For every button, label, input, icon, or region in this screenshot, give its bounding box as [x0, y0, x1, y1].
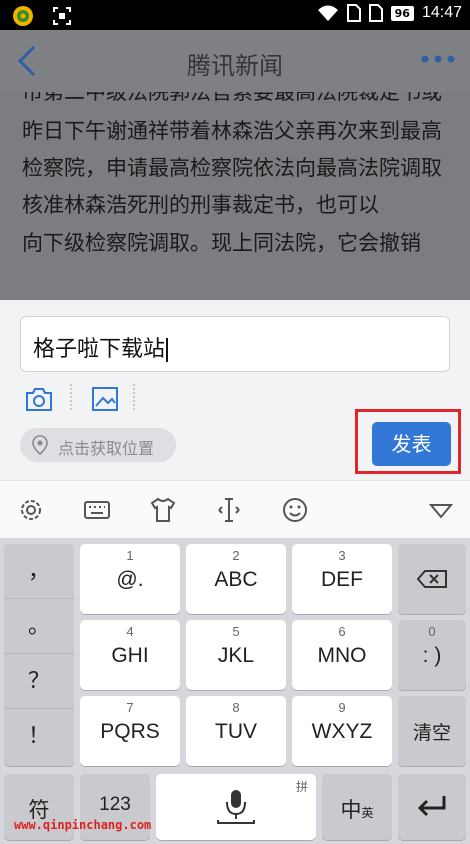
- key-4[interactable]: 4 GHI: [80, 620, 180, 690]
- key-label: WXYZ: [311, 720, 373, 743]
- article-body: 市第二中级法院郭法官索要最高法院裁定书或者复印件，郭法官也拒绝提供。 昨日下午谢…: [22, 80, 452, 264]
- location-button[interactable]: 点击获取位置: [20, 428, 176, 462]
- key-number: 6: [338, 624, 346, 639]
- key-5[interactable]: 5 JKL: [186, 620, 286, 690]
- keyboard-icon[interactable]: [82, 495, 112, 525]
- key-number: 7: [126, 700, 134, 715]
- key-number: 9: [338, 700, 346, 715]
- status-bar: 96 14:47: [0, 0, 470, 30]
- page-title: 腾讯新闻: [187, 52, 283, 80]
- key-label: GHI: [111, 644, 149, 667]
- skin-shirt-icon[interactable]: [148, 495, 178, 525]
- more-options-icon[interactable]: [420, 52, 456, 66]
- battery-level: 96: [390, 5, 414, 21]
- keyboard: ， 。 ？ ！ 1 @. 2 ABC 3 DEF 4 GHI 5 JKL 6 M…: [0, 538, 470, 844]
- key-label: 123: [99, 794, 131, 815]
- location-label: 点击获取位置: [58, 439, 155, 458]
- key-3[interactable]: 3 DEF: [292, 544, 392, 614]
- symbol-key[interactable]: ！: [4, 709, 74, 764]
- comment-input[interactable]: 格子啦下载站: [20, 316, 450, 372]
- image-icon[interactable]: [90, 384, 120, 414]
- key-9[interactable]: 9 WXYZ: [292, 696, 392, 766]
- enter-icon: [417, 796, 446, 817]
- key-0[interactable]: 0 : ): [398, 620, 466, 690]
- comment-input-value: 格子啦下载站: [33, 331, 169, 363]
- wifi-icon: [317, 5, 338, 21]
- cursor-move-icon[interactable]: [214, 495, 244, 525]
- key-number: 3: [338, 548, 346, 563]
- key-label: 中英: [340, 799, 374, 822]
- key-label: ABC: [214, 568, 258, 591]
- sim-card-icon: [346, 4, 361, 22]
- text-caret: [166, 338, 169, 362]
- backspace-icon: [416, 570, 447, 588]
- key-label: DEF: [321, 568, 363, 591]
- key-label: : ): [422, 644, 442, 667]
- key-sublabel: 英: [361, 806, 374, 820]
- article-background: 市第二中级法院郭法官索要最高法院裁定书或者复印件，郭法官也拒绝提供。 昨日下午谢…: [0, 30, 470, 300]
- key-label: JKL: [217, 644, 255, 667]
- backspace-key[interactable]: [398, 544, 466, 614]
- publish-button[interactable]: 发表: [372, 422, 451, 466]
- emoji-icon[interactable]: [280, 495, 310, 525]
- language-switch-key[interactable]: 中英: [322, 774, 392, 840]
- clear-key[interactable]: 清空: [398, 696, 466, 766]
- key-2[interactable]: 2 ABC: [186, 544, 286, 614]
- camera-icon[interactable]: [24, 384, 54, 414]
- enter-key[interactable]: [398, 774, 466, 840]
- article-paragraph: 向下级检察院调取。现上同法院，它会撤销: [22, 231, 421, 255]
- app-notification-icon: [13, 6, 33, 26]
- nav-bar: 腾讯新闻: [0, 30, 470, 92]
- article-paragraph: 昨日下午谢通祥带着林森浩父亲再次来到最高检察院，申请最高检察院依法向最高法院调取…: [22, 119, 442, 217]
- key-label: @.: [116, 568, 144, 591]
- collapse-keyboard-icon[interactable]: [426, 495, 456, 525]
- microphone-icon: [217, 790, 255, 824]
- key-1[interactable]: 1 @.: [80, 544, 180, 614]
- key-number: 4: [126, 624, 134, 639]
- settings-gear-icon[interactable]: [16, 495, 46, 525]
- screenshot-icon: [53, 7, 71, 25]
- symbol-key[interactable]: 。: [4, 599, 74, 654]
- key-8[interactable]: 8 TUV: [186, 696, 286, 766]
- key-number: 8: [232, 700, 240, 715]
- location-pin-icon: [32, 435, 48, 455]
- key-label: PQRS: [100, 720, 160, 743]
- toolbar-divider: [70, 384, 72, 410]
- key-number: 1: [126, 548, 134, 563]
- symbol-column[interactable]: ， 。 ？ ！: [4, 544, 74, 766]
- key-6[interactable]: 6 MNO: [292, 620, 392, 690]
- toolbar-divider: [133, 384, 135, 410]
- symbol-key[interactable]: ？: [4, 654, 74, 709]
- space-voice-key[interactable]: 拼: [156, 774, 316, 840]
- key-number: 5: [232, 624, 240, 639]
- key-number: 2: [232, 548, 240, 563]
- watermark: www.qinpinchang.com: [14, 818, 152, 832]
- key-label: TUV: [215, 720, 257, 743]
- key-number: 0: [428, 624, 436, 639]
- key-label: MNO: [317, 644, 367, 667]
- clock: 14:47: [421, 4, 462, 21]
- keyboard-toolbar: [0, 480, 470, 538]
- symbol-key[interactable]: ，: [4, 544, 74, 599]
- pinyin-label: 拼: [295, 780, 308, 794]
- key-7[interactable]: 7 PQRS: [80, 696, 180, 766]
- sim-card-icon-2: [368, 4, 383, 22]
- key-label: 清空: [412, 723, 451, 744]
